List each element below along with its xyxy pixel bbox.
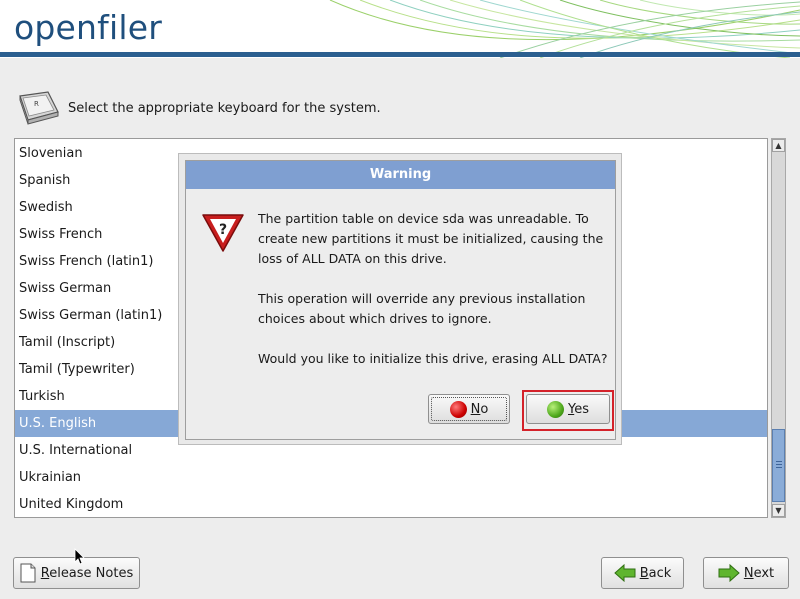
- warning-question-icon: ?: [202, 214, 244, 252]
- next-arrow-icon: [718, 564, 740, 582]
- red-circle-icon: [449, 400, 467, 418]
- keyboard-prompt: R Select the appropriate keyboard for th…: [14, 90, 381, 126]
- mouse-pointer-icon: [74, 548, 85, 565]
- yes-button[interactable]: Yes: [526, 394, 610, 424]
- back-button[interactable]: Back: [601, 557, 684, 589]
- list-scrollbar[interactable]: ▲ ▼: [771, 138, 786, 518]
- back-arrow-icon: [613, 564, 636, 582]
- next-label: Next: [743, 565, 775, 581]
- svg-text:R: R: [34, 100, 39, 108]
- no-button-label: No: [470, 401, 489, 417]
- openfiler-logo: openfiler: [14, 8, 162, 47]
- warning-dialog: Warning ? The partition table on device …: [178, 153, 622, 445]
- document-icon: [20, 563, 36, 583]
- dialog-message: The partition table on device sda was un…: [258, 209, 608, 369]
- no-button[interactable]: No: [428, 394, 510, 424]
- scroll-up-arrow-icon[interactable]: ▲: [772, 139, 785, 152]
- header-divider: [0, 52, 800, 57]
- list-item[interactable]: Ukrainian: [15, 464, 767, 491]
- app-header: openfiler: [0, 0, 800, 58]
- release-notes-label: Release Notes: [40, 565, 134, 581]
- scrollbar-thumb[interactable]: [772, 429, 785, 502]
- dialog-paragraph-3: Would you like to initialize this drive,…: [258, 351, 608, 366]
- thumb-grip: [776, 461, 782, 462]
- dialog-frame: Warning ? The partition table on device …: [185, 160, 616, 440]
- prompt-text: Select the appropriate keyboard for the …: [68, 100, 381, 116]
- dialog-title: Warning: [186, 161, 615, 189]
- scroll-down-arrow-icon[interactable]: ▼: [772, 504, 785, 517]
- yes-button-label: Yes: [568, 401, 589, 417]
- dialog-paragraph-1: The partition table on device sda was un…: [258, 211, 604, 266]
- dialog-paragraph-2: This operation will override any previou…: [258, 291, 586, 326]
- back-label: Back: [639, 565, 672, 581]
- list-item[interactable]: United Kingdom: [15, 491, 767, 517]
- keyboard-key-icon: R: [19, 91, 59, 125]
- thumb-grip: [776, 464, 782, 465]
- next-button[interactable]: Next: [703, 557, 789, 589]
- svg-text:?: ?: [219, 222, 227, 238]
- green-circle-icon: [547, 400, 564, 418]
- thumb-grip: [776, 467, 782, 468]
